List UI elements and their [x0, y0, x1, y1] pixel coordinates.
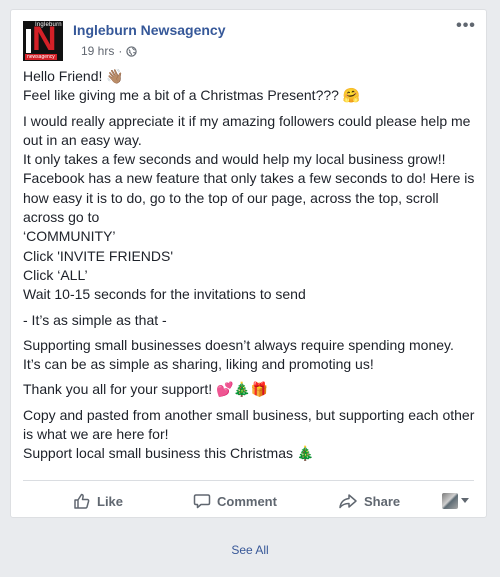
meta-separator: ·	[118, 44, 123, 58]
like-button[interactable]: Like	[73, 492, 123, 510]
logo-text-bottom: newsagency	[25, 54, 57, 60]
post-line: Click 'INVITE FRIENDS'	[23, 247, 174, 264]
see-all-link[interactable]: See All	[0, 543, 500, 557]
post-line: Hello Friend! 👋🏽	[23, 68, 124, 84]
post-meta: 19 hrs ·	[81, 44, 138, 58]
post-paragraph: - It’s as simple as that -	[23, 311, 478, 330]
caret-down-icon	[461, 498, 469, 503]
post-line: It only takes a few seconds and would he…	[23, 151, 446, 168]
logo-i-mark	[26, 29, 31, 53]
post-line: Feel like giving me a bit of a Christmas…	[23, 87, 361, 104]
post-line: Wait 10-15 seconds for the invitations t…	[23, 286, 306, 303]
post-body: Hello Friend! 👋🏽 Feel like giving me a bi…	[23, 67, 478, 470]
actions-divider	[23, 480, 474, 481]
more-options-icon[interactable]: •••	[456, 18, 476, 35]
post-timestamp[interactable]: 19 hrs	[81, 44, 114, 58]
thumbs-up-icon	[74, 493, 90, 509]
post-line: Click ‘ALL’	[23, 266, 88, 283]
share-label: Share	[364, 493, 401, 509]
post-line: It’s can be as simple as sharing, liking…	[23, 356, 374, 373]
page-name-link[interactable]: Ingleburn Newsagency	[73, 22, 225, 38]
post-header: Ingleburn N newsagency Ingleburn Newsage…	[23, 18, 476, 63]
page-avatar[interactable]: Ingleburn N newsagency	[23, 21, 63, 61]
post-line: Thank you all for your support! 💕🎄🎁	[23, 381, 269, 398]
post-as-selector[interactable]	[442, 493, 469, 509]
share-button[interactable]: Share	[338, 492, 400, 510]
post-paragraph: Hello Friend! 👋🏽 Feel like giving me a bi…	[23, 67, 478, 106]
share-arrow-icon	[339, 494, 357, 509]
logo-n-mark: N	[32, 21, 57, 58]
post-line: Copy and pasted from another small busin…	[23, 406, 475, 443]
post-paragraph: I would really appreciate it if my amazi…	[23, 112, 478, 305]
globe-icon[interactable]	[126, 45, 138, 57]
comment-label: Comment	[217, 493, 277, 509]
post-paragraph: Supporting small businesses doesn’t alwa…	[23, 336, 478, 375]
comment-bubble-icon	[193, 494, 211, 509]
post-paragraph: Thank you all for your support! 💕🎄🎁	[23, 380, 478, 399]
post-line: - It’s as simple as that -	[23, 311, 167, 328]
post-line: Facebook has a new feature that only tak…	[23, 170, 475, 226]
post-line: I would really appreciate it if my amazi…	[23, 112, 471, 148]
comment-button[interactable]: Comment	[193, 492, 277, 510]
user-avatar	[442, 493, 458, 509]
post-line: Supporting small businesses doesn’t alwa…	[23, 336, 454, 353]
post-line: Support local small business this Christ…	[23, 445, 315, 462]
post-actions: Like Comment Share	[23, 485, 474, 517]
like-label: Like	[97, 493, 124, 509]
post-paragraph: Copy and pasted from another small busin…	[23, 406, 478, 464]
post-card: Ingleburn N newsagency Ingleburn Newsage…	[10, 9, 487, 518]
post-line: ‘COMMUNITY’	[23, 228, 116, 245]
